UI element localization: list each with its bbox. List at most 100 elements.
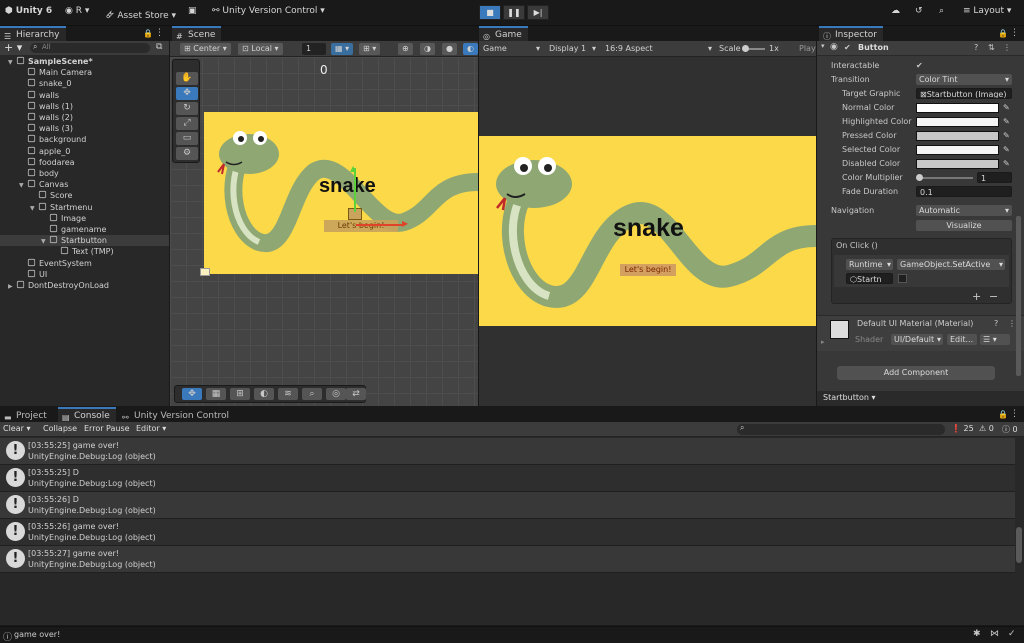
move-overlay-icon[interactable]: ✥ <box>182 388 202 400</box>
x-axis-gizmo[interactable] <box>356 224 404 226</box>
version-control-button[interactable]: ⚯ Unity Version Control ▾ <box>212 6 325 16</box>
eyedropper-icon[interactable]: ✎ <box>1003 145 1013 155</box>
canvas-corner-handle[interactable] <box>200 268 210 276</box>
history-icon[interactable]: ↺ <box>915 6 923 16</box>
material-header[interactable]: Default UI Material (Material) ? ⋮ ▸ Sha… <box>817 315 1024 351</box>
remove-event-button[interactable]: − <box>989 290 998 303</box>
setactive-checkbox[interactable] <box>898 274 907 283</box>
selected-color-swatch[interactable] <box>916 145 999 155</box>
zoom-overlay-icon[interactable]: ⌕ <box>302 388 322 400</box>
console-entry[interactable]: ! [03:55:25] D UnityEngine.Debug:Log (obje… <box>0 465 1015 492</box>
hierarchy-item[interactable]: Text (TMP) <box>0 246 169 257</box>
interactable-checkbox[interactable]: ✔ <box>916 61 923 70</box>
editor-dropdown[interactable]: Editor ▾ <box>136 424 166 433</box>
hierarchy-search-input[interactable]: ⌕ All <box>30 42 150 53</box>
scene-start-button[interactable]: Let's begin! <box>324 220 398 232</box>
game-viewport[interactable]: snake Let's begin! <box>479 136 816 326</box>
tab-scene[interactable]: # Scene <box>172 26 222 41</box>
console-search-input[interactable]: ⌕ <box>737 423 945 435</box>
check-icon[interactable]: ✓ <box>1008 629 1016 639</box>
filter-icon[interactable]: ⧉ <box>156 42 162 52</box>
gizmo-2d-icon[interactable]: ⊕ <box>398 43 413 55</box>
component-menu-icon[interactable]: ⋮ <box>1003 43 1011 52</box>
hierarchy-item[interactable]: background <box>0 134 169 145</box>
clear-button[interactable]: Clear ▾ <box>3 424 30 433</box>
grid-overlay-icon[interactable]: ▦ <box>206 388 226 400</box>
help-icon[interactable]: ? <box>994 319 998 328</box>
y-axis-gizmo[interactable] <box>354 168 356 212</box>
console-lock-icon[interactable]: 🔒 <box>998 410 1008 419</box>
hierarchy-item[interactable]: ▼ SampleScene* <box>0 56 169 67</box>
console-entry[interactable]: ! [03:55:25] game over! UnityEngine.Debug:… <box>0 438 1015 465</box>
pivot-dropdown[interactable]: ⊞ Center ▾ <box>180 43 231 55</box>
tab-version-control[interactable]: ⚯ Unity Version Control <box>118 407 235 422</box>
navigation-dropdown[interactable]: Automatic ▾ <box>916 205 1012 216</box>
account-button[interactable]: ◉ R ▾ <box>65 6 89 16</box>
add-event-button[interactable]: + <box>972 290 981 303</box>
grid-snapping-button[interactable]: ▦ ▾ <box>331 43 354 55</box>
inspector-more-icon[interactable]: ⋮ <box>1010 28 1019 38</box>
cloud-icon[interactable]: ☁ <box>891 6 900 16</box>
version-control-icon[interactable]: ▣ <box>188 6 197 16</box>
expand-icon[interactable]: ▸ <box>821 338 825 346</box>
console-entry[interactable]: ! [03:55:26] D UnityEngine.Debug:Log (obje… <box>0 492 1015 519</box>
target-object-field[interactable]: ⬡Startn <box>846 273 893 284</box>
layout-dropdown[interactable]: ≡ Layout ▾ <box>963 6 1011 16</box>
rect-tool-icon[interactable]: ▭ <box>176 132 198 145</box>
hand-tool-icon[interactable]: ✋ <box>176 72 198 85</box>
runtime-dropdown[interactable]: Runtime ▾ <box>846 259 893 270</box>
hierarchy-item[interactable]: Image <box>0 213 169 224</box>
game-mode-dropdown[interactable]: Game ▾ <box>479 43 543 55</box>
space-dropdown[interactable]: ⊡ Local ▾ <box>238 43 283 55</box>
hierarchy-item[interactable]: walls (2) <box>0 112 169 123</box>
target-graphic-field[interactable]: ⊠Startbutton (Image) <box>916 88 1012 99</box>
game-start-button[interactable]: Let's begin! <box>620 264 676 276</box>
console-entry[interactable]: ! [03:55:27] game over! UnityEngine.Debug:… <box>0 546 1015 573</box>
edit-shader-button[interactable]: Edit... <box>947 334 977 345</box>
hierarchy-item[interactable]: UI <box>0 269 169 280</box>
play-button[interactable]: ■ <box>479 5 501 20</box>
shading-icon[interactable]: ● <box>442 43 457 55</box>
step-button[interactable]: ▶| <box>527 5 549 20</box>
scene-viewport[interactable]: ✋ ✥ ↻ ⤢ ▭ ⚙ 0 snake Let's begin! ▲ <box>170 57 478 406</box>
lock-icon[interactable]: 🔒 <box>143 29 153 38</box>
status-message[interactable]: game over! <box>14 630 60 639</box>
expand-arrow-icon[interactable]: ▶ <box>8 281 16 292</box>
tab-hierarchy[interactable]: ☰ Hierarchy <box>0 26 66 41</box>
scene-canvas-preview[interactable]: snake Let's begin! ▲ ▶ <box>204 112 478 274</box>
hierarchy-item[interactable]: body <box>0 168 169 179</box>
move-tool-icon[interactable]: ✥ <box>176 87 198 100</box>
hierarchy-item[interactable]: walls (3) <box>0 123 169 134</box>
console-scrollbar[interactable] <box>1016 527 1022 563</box>
log-count-toggle[interactable]: ❗ 25 <box>951 424 974 433</box>
pressed-color-swatch[interactable] <box>916 131 999 141</box>
pause-button[interactable]: ❚❚ <box>503 5 525 20</box>
bug-icon[interactable]: ✱ <box>973 629 981 639</box>
inspector-lock-icon[interactable]: 🔒 <box>998 29 1008 38</box>
shuffle-overlay-icon[interactable]: ⇄ <box>346 388 366 400</box>
shader-options-dropdown[interactable]: ☰ ▾ <box>980 334 1010 345</box>
sphere-overlay-icon[interactable]: ◐ <box>254 388 274 400</box>
tab-console[interactable]: ▤ Console <box>58 407 116 422</box>
eyedropper-icon[interactable]: ✎ <box>1003 131 1013 141</box>
play-focus-dropdown[interactable]: Play <box>795 43 816 55</box>
help-icon[interactable]: ? <box>974 43 978 52</box>
hierarchy-item[interactable]: Score <box>0 190 169 201</box>
layers-overlay-icon[interactable]: ≋ <box>278 388 298 400</box>
eyedropper-icon[interactable]: ✎ <box>1003 117 1013 127</box>
shader-dropdown[interactable]: UI/Default ▾ <box>891 334 943 345</box>
eyedropper-icon[interactable]: ✎ <box>1003 159 1013 169</box>
add-object-button[interactable]: + ▾ <box>4 41 22 54</box>
more-options-icon[interactable]: ⋮ <box>155 28 164 38</box>
tab-project[interactable]: ▬ Project <box>0 407 53 422</box>
unity-menu[interactable]: ⬢ Unity 6 <box>5 6 52 16</box>
search-icon[interactable]: ⌕ <box>939 6 944 16</box>
transform-tool-icon[interactable]: ⚙ <box>176 147 198 160</box>
network-icon[interactable]: ⋈ <box>990 629 999 639</box>
hierarchy-item[interactable]: foodarea <box>0 157 169 168</box>
asset-store-button[interactable]: 🜸 Asset Store ▾ <box>106 6 176 24</box>
scale-tool-icon[interactable]: ⤢ <box>176 117 198 130</box>
tab-game[interactable]: ◎ Game <box>479 26 528 41</box>
hierarchy-item[interactable]: ▼ Startmenu <box>0 202 169 213</box>
add-component-button[interactable]: Add Component <box>837 366 995 380</box>
